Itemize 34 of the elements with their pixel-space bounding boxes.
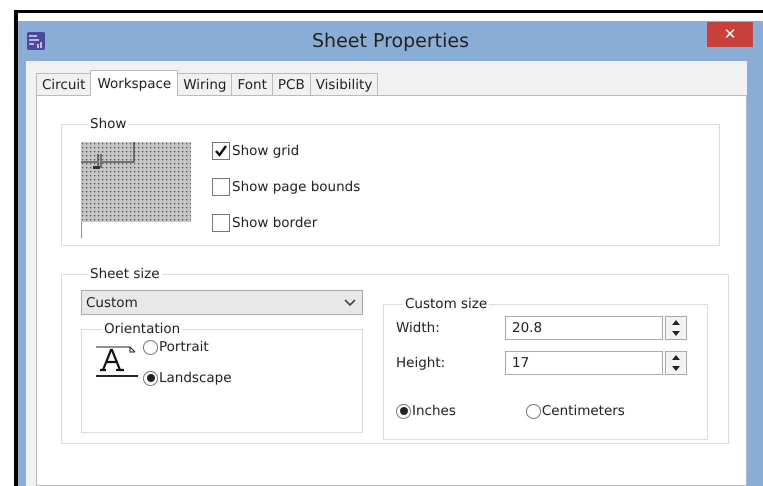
checkbox-label: Show border — [232, 215, 318, 231]
radio-button[interactable] — [143, 340, 158, 354]
tab[interactable]: Wiring — [177, 73, 232, 95]
tab[interactable]: Visibility — [310, 73, 378, 95]
tab[interactable]: Workspace — [90, 70, 178, 96]
spinner-icon[interactable] — [665, 316, 687, 340]
radio-button[interactable] — [396, 404, 411, 418]
tab[interactable]: Circuit — [36, 73, 92, 95]
checkbox[interactable] — [212, 142, 230, 160]
sheet-size-dropdown[interactable]: Custom — [81, 290, 363, 315]
group-title: Custom size — [404, 296, 488, 312]
checkbox-label: Show page bounds — [232, 179, 360, 195]
checkbox-label: Show grid — [232, 143, 300, 159]
window-title: Sheet Properties — [311, 30, 470, 52]
input-field[interactable]: 17 — [505, 351, 663, 375]
group-title: Orientation — [103, 321, 182, 337]
radio-button[interactable] — [143, 370, 158, 386]
app-icon — [26, 31, 46, 51]
spinner-icon[interactable] — [665, 351, 687, 375]
radio-button[interactable] — [526, 404, 541, 418]
chevron-down-icon — [344, 298, 356, 306]
orientation-icon — [95, 344, 141, 380]
group-title: Show — [89, 116, 128, 132]
close-button[interactable]: ✕ — [707, 22, 753, 46]
checkbox[interactable] — [212, 214, 230, 232]
input-field[interactable]: 20.8 — [505, 316, 663, 340]
checkbox[interactable] — [212, 178, 230, 196]
radio-label: Centimeters — [542, 403, 625, 419]
radio-label: Portrait — [159, 339, 209, 355]
group-title: Sheet size — [89, 266, 160, 282]
field-label: Width: — [396, 320, 441, 336]
field-label: Height: — [396, 355, 446, 371]
radio-label: Inches — [412, 403, 456, 419]
radio-label: Landscape — [159, 370, 232, 386]
